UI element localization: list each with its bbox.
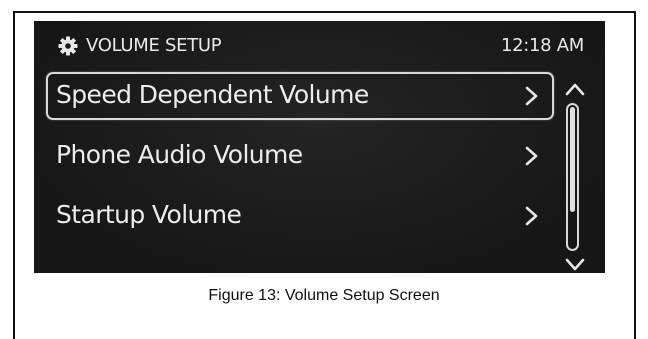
chevron-down-icon[interactable] [564, 257, 586, 273]
frame-top-border [13, 11, 636, 13]
menu-item-label: Startup Volume [56, 200, 242, 229]
menu-item-phone-audio-volume[interactable]: Phone Audio Volume [46, 132, 554, 180]
menu-list: Speed Dependent Volume Phone Audio Volum… [46, 72, 554, 252]
chevron-right-icon [524, 85, 540, 107]
figure-caption: Figure 13: Volume Setup Screen [208, 287, 440, 304]
menu-item-label: Speed Dependent Volume [56, 80, 369, 109]
scrollbar[interactable] [560, 81, 590, 271]
chevron-up-icon[interactable] [564, 81, 586, 97]
clock: 12:18 AM [500, 35, 584, 56]
status-bar: VOLUME SETUP 12:18 AM [34, 21, 605, 71]
menu-item-speed-dependent-volume[interactable]: Speed Dependent Volume [46, 72, 554, 120]
volume-setup-screen: VOLUME SETUP 12:18 AM Speed Dependent Vo… [34, 21, 605, 273]
scroll-track[interactable] [566, 103, 579, 251]
menu-item-startup-volume[interactable]: Startup Volume [46, 192, 554, 240]
chevron-right-icon [524, 145, 540, 167]
chevron-right-icon [524, 205, 540, 227]
gear-icon [58, 36, 78, 56]
menu-item-label: Phone Audio Volume [56, 140, 303, 169]
scroll-thumb[interactable] [570, 107, 575, 212]
screen-title: VOLUME SETUP [86, 35, 222, 56]
